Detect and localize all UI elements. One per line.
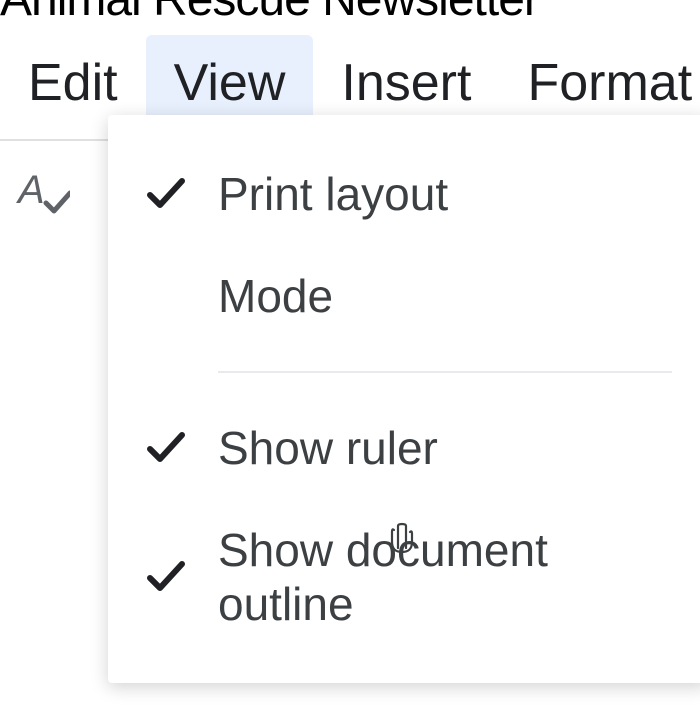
menu-item-label: Print layout bbox=[218, 167, 448, 221]
checkmark-icon bbox=[144, 173, 186, 215]
checkmark-icon bbox=[144, 556, 186, 598]
divider bbox=[218, 371, 672, 373]
pointer-cursor-icon bbox=[388, 522, 416, 556]
svg-text:A: A bbox=[16, 169, 45, 212]
menu-mode[interactable]: Mode bbox=[108, 245, 700, 347]
checkmark-icon bbox=[144, 427, 186, 469]
menu-print-layout[interactable]: Print layout bbox=[108, 143, 700, 245]
menu-show-ruler[interactable]: Show ruler bbox=[108, 397, 700, 499]
menu-item-label: Show ruler bbox=[218, 421, 438, 475]
spellcheck-icon[interactable]: A bbox=[14, 169, 70, 219]
menu-item-label: Mode bbox=[218, 269, 333, 323]
menu-item-label: Show document outline bbox=[218, 523, 672, 631]
document-title[interactable]: Animal Rescue Newsletter bbox=[0, 0, 700, 35]
empty-check bbox=[144, 275, 186, 317]
view-dropdown: Print layout Mode Show ruler Show docume… bbox=[108, 115, 700, 683]
